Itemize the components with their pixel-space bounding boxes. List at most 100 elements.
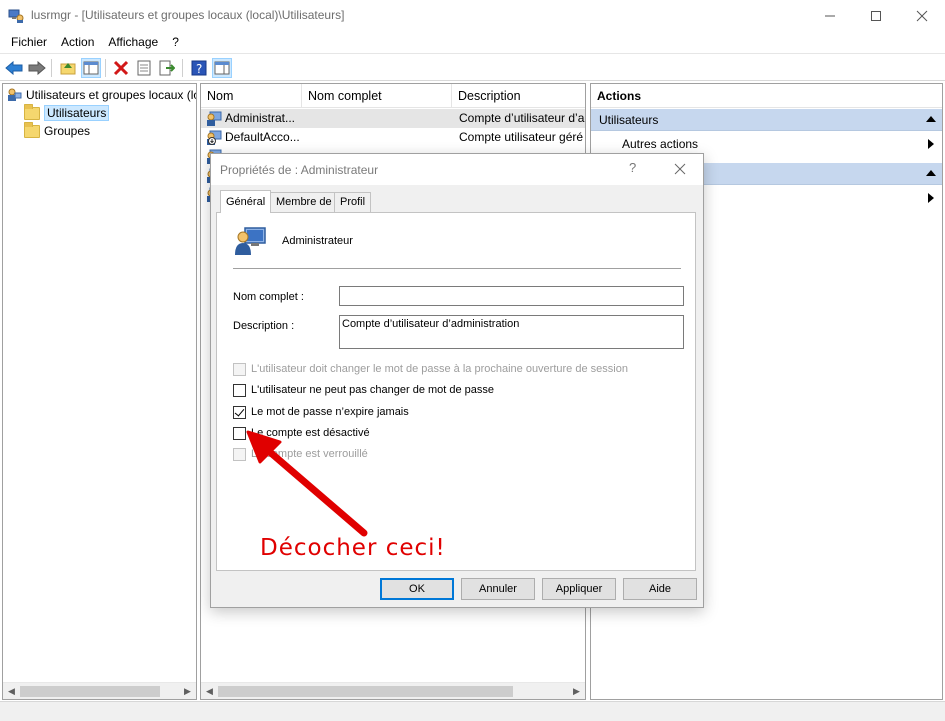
close-icon (916, 10, 928, 21)
checkbox-label: L'utilisateur doit changer le mot de pas… (251, 363, 628, 375)
account-name: Administrateur (282, 235, 353, 247)
dialog-help-button[interactable]: ? (629, 160, 643, 178)
cell-description: Compte d’utilisateur d’a (459, 111, 585, 125)
delete-button[interactable] (111, 58, 131, 78)
toolbar-separator (105, 59, 106, 77)
tree-item-label: Groupes (44, 124, 91, 138)
properties-icon (137, 60, 151, 76)
checkbox-password-never-expires[interactable]: Le mot de passe n’expire jamais (233, 404, 409, 420)
collapse-up-icon[interactable] (926, 170, 936, 176)
toolbar: ? (0, 53, 945, 81)
divider (233, 268, 681, 269)
computer-management-icon (8, 9, 24, 23)
maximize-icon (871, 10, 881, 21)
menu-fichier[interactable]: Fichier (4, 31, 54, 53)
help-dialog-button[interactable]: Aide (623, 578, 697, 600)
table-row[interactable]: Administrat... Compte d’utilisateur d’a (201, 109, 585, 128)
full-name-label: Nom complet : (233, 291, 304, 303)
list-header: Nom Nom complet Description (201, 84, 585, 108)
help-book-icon: ? (191, 60, 207, 76)
checkbox-box[interactable] (233, 362, 246, 376)
menu-bar: Fichier Action Affichage ? (0, 31, 945, 53)
collapse-up-icon[interactable] (926, 116, 936, 122)
tree-item-utilisateurs[interactable]: Utilisateurs (24, 103, 110, 122)
annotation-arrow-icon (246, 430, 368, 537)
scroll-left-icon[interactable]: ◀ (201, 683, 218, 699)
actions-section-utilisateurs[interactable]: Utilisateurs (591, 109, 942, 131)
minimize-button[interactable] (807, 0, 853, 31)
properties-button[interactable] (134, 58, 154, 78)
menu-help[interactable]: ? (165, 31, 186, 53)
column-description[interactable]: Description (452, 84, 585, 108)
user-disabled-icon (207, 130, 222, 145)
cell-name: Administrat... (225, 111, 296, 125)
checkbox-cannot-change-password[interactable]: L'utilisateur ne peut pas changer de mot… (233, 382, 494, 398)
maximize-button[interactable] (853, 0, 899, 31)
console-tree-pane: Utilisateurs et groupes locaux (lo Utili… (2, 83, 197, 700)
dialog-close-button[interactable] (667, 158, 693, 180)
description-field[interactable]: Compte d’utilisateur d’administration (339, 315, 684, 349)
dialog-title-bar: Propriétés de : Administrateur ? (211, 154, 703, 185)
svg-text:?: ? (196, 62, 202, 76)
submenu-arrow-icon (928, 139, 934, 149)
scroll-thumb[interactable] (218, 686, 513, 697)
close-icon (674, 163, 686, 175)
ok-button[interactable]: OK (380, 578, 454, 600)
description-label: Description : (233, 320, 295, 332)
back-arrow-icon (5, 61, 23, 75)
up-folder-button[interactable] (58, 58, 78, 78)
tree-item-label: Utilisateurs (44, 105, 110, 121)
cancel-button[interactable]: Annuler (461, 578, 535, 600)
folder-up-icon (60, 63, 76, 75)
actions-section-label: Utilisateurs (599, 113, 659, 127)
checkbox-box[interactable] (233, 383, 246, 397)
export-icon (159, 60, 175, 76)
tab-membre-de[interactable]: Membre de (270, 192, 338, 212)
column-nom[interactable]: Nom (201, 84, 302, 108)
tree-root-label: Utilisateurs et groupes locaux (lo (26, 88, 197, 102)
window-title: lusrmgr - [Utilisateurs et groupes locau… (31, 8, 345, 22)
checkbox-label: L'utilisateur ne peut pas changer de mot… (251, 384, 495, 396)
checkbox-must-change-password[interactable]: L'utilisateur doit changer le mot de pas… (233, 361, 628, 377)
help-button[interactable]: ? (189, 58, 209, 78)
full-name-field[interactable] (339, 286, 684, 306)
user-icon (207, 111, 222, 126)
tree-root[interactable]: Utilisateurs et groupes locaux (lo (6, 86, 197, 104)
folder-icon (24, 103, 40, 120)
local-users-groups-icon (8, 88, 22, 101)
list-horizontal-scrollbar[interactable]: ◀ ▶ (201, 682, 585, 699)
console-tree-icon (83, 61, 99, 75)
submenu-arrow-icon (928, 193, 934, 203)
tab-general[interactable]: Général (220, 190, 272, 213)
table-row[interactable]: DefaultAcco... Compte utilisateur géré (201, 128, 585, 147)
action-pane-icon (214, 61, 230, 75)
tree-horizontal-scrollbar[interactable]: ◀ ▶ (3, 682, 196, 699)
forward-arrow-icon (28, 61, 46, 75)
title-bar: lusrmgr - [Utilisateurs et groupes locau… (0, 0, 945, 31)
checkbox-label: Le mot de passe n’expire jamais (251, 406, 409, 418)
tree-item-groupes[interactable]: Groupes (24, 121, 91, 140)
menu-affichage[interactable]: Affichage (101, 31, 165, 53)
forward-button[interactable] (27, 58, 47, 78)
column-nom-complet[interactable]: Nom complet (302, 84, 452, 108)
scroll-left-icon[interactable]: ◀ (3, 683, 20, 699)
apply-button[interactable]: Appliquer (542, 578, 616, 600)
tab-profil[interactable]: Profil (334, 192, 372, 212)
status-bar (0, 701, 945, 721)
back-button[interactable] (4, 58, 24, 78)
show-action-pane-button[interactable] (212, 58, 232, 78)
cell-name: DefaultAcco... (225, 130, 300, 144)
checkbox-box-checked[interactable] (233, 405, 246, 419)
actions-title: Actions (591, 84, 942, 108)
show-tree-button[interactable] (81, 58, 101, 78)
dialog-title: Propriétés de : Administrateur (220, 163, 379, 177)
menu-action[interactable]: Action (54, 31, 101, 53)
user-account-icon (235, 227, 266, 255)
annotation-text: Décocher ceci! (260, 535, 446, 561)
minimize-icon (825, 15, 835, 16)
scroll-right-icon[interactable]: ▶ (568, 683, 585, 699)
export-list-button[interactable] (157, 58, 177, 78)
close-button[interactable] (899, 0, 945, 31)
scroll-thumb[interactable] (20, 686, 160, 697)
scroll-right-icon[interactable]: ▶ (179, 683, 196, 699)
